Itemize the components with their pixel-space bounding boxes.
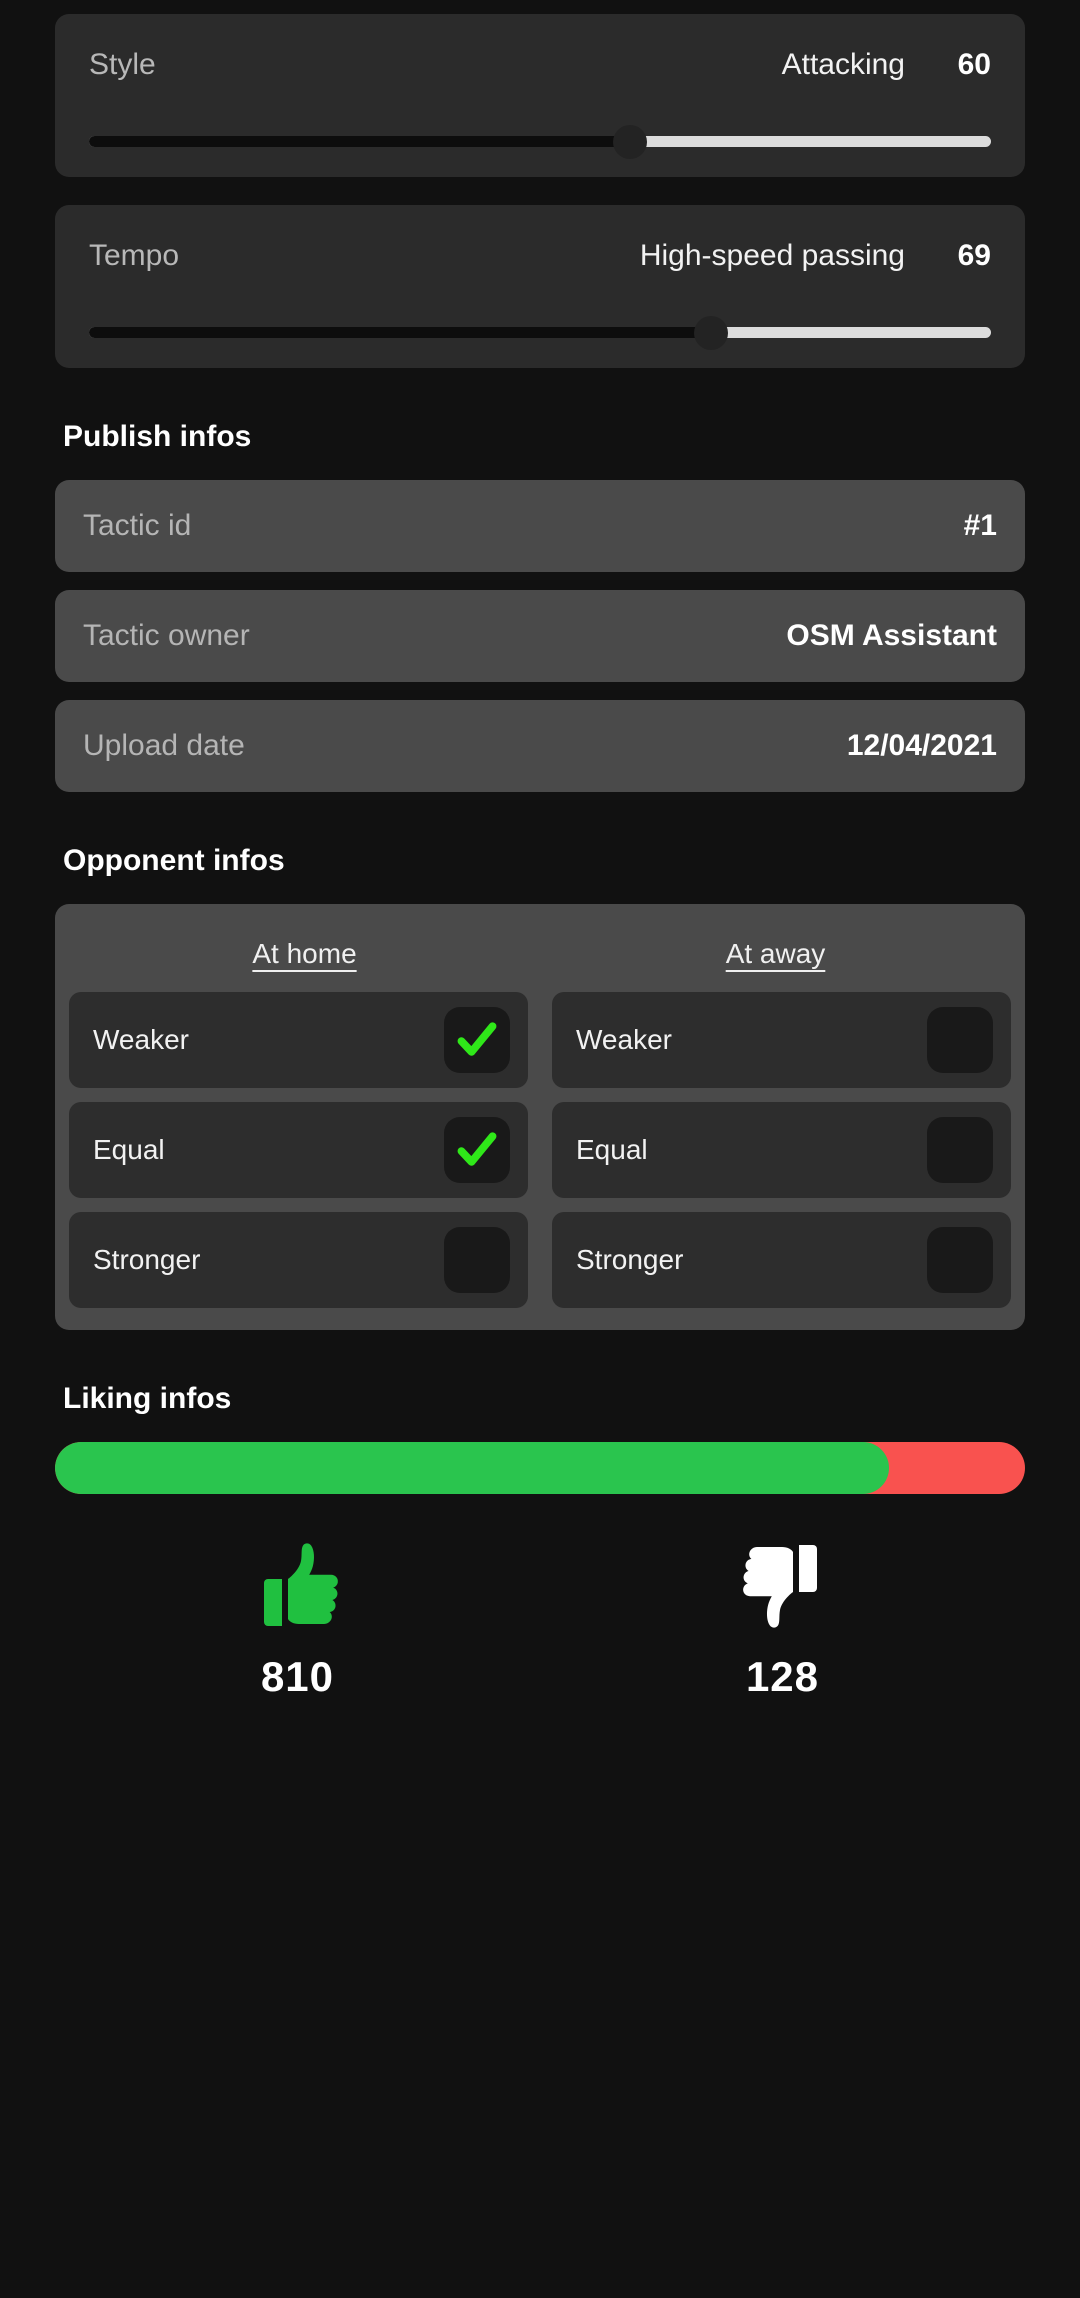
slider-value-number-style: 60 — [957, 48, 991, 81]
info-key-tactic-owner: Tactic owner — [83, 619, 250, 652]
opponent-label-home-equal: Equal — [93, 1134, 165, 1165]
thumbs-up-icon — [250, 1540, 346, 1637]
slider-track-style[interactable] — [89, 124, 991, 159]
info-row-tactic-id: Tactic id #1 — [55, 480, 1025, 572]
info-value-tactic-owner: OSM Assistant — [786, 619, 997, 652]
opponent-column-header-at-home: At home — [252, 938, 357, 969]
section-title-publish-infos: Publish infos — [63, 420, 252, 453]
opponent-cell-home-stronger[interactable]: Stronger — [69, 1212, 528, 1308]
slider-value-text-tempo: High-speed passing — [639, 239, 905, 272]
dislikes-count: 128 — [745, 1653, 820, 1700]
opponent-grid: Weaker Weaker Equal Equal Stronger Stron… — [69, 992, 1011, 1308]
slider-thumb-tempo[interactable] — [694, 315, 729, 350]
opponent-panel: At home At away Weaker Weaker Equal Equa… — [55, 904, 1025, 1330]
opponent-cell-away-stronger[interactable]: Stronger — [552, 1212, 1011, 1308]
liking-dislikes-column[interactable]: 128 — [540, 1540, 1025, 1701]
opponent-cell-home-equal[interactable]: Equal — [69, 1102, 528, 1198]
liking-likes-column[interactable]: 810 — [55, 1540, 540, 1701]
liking-counts: 810 128 — [55, 1540, 1025, 1701]
slider-fill-style — [89, 136, 631, 147]
liking-ratio-bar — [55, 1442, 1025, 1494]
info-row-tactic-owner: Tactic owner OSM Assistant — [55, 590, 1025, 682]
opponent-label-away-equal: Equal — [576, 1134, 648, 1165]
liking-ratio-bar-fill — [55, 1442, 890, 1494]
slider-value-group-tempo: High-speed passing 69 — [640, 239, 991, 273]
slider-card-tempo: Tempo High-speed passing 69 — [55, 205, 1025, 368]
slider-card-style: Style Attacking 60 — [55, 14, 1025, 177]
slider-header-tempo: Tempo High-speed passing 69 — [89, 239, 991, 273]
slider-value-number-tempo: 69 — [957, 239, 991, 272]
opponent-label-home-weaker: Weaker — [93, 1024, 189, 1055]
info-key-tactic-id: Tactic id — [83, 509, 192, 542]
info-value-tactic-id: #1 — [963, 509, 997, 542]
slider-label-tempo: Tempo — [89, 239, 180, 272]
opponent-column-header-at-away: At away — [725, 938, 826, 969]
slider-value-text-style: Attacking — [781, 48, 905, 81]
tactic-detail-screen: Style Attacking 60 Tempo High-speed pass… — [0, 0, 1080, 2298]
opponent-checkbox-home-weaker[interactable] — [444, 1007, 510, 1073]
opponent-checkbox-away-stronger[interactable] — [927, 1227, 993, 1293]
slider-track-tempo[interactable] — [89, 315, 991, 350]
opponent-label-away-weaker: Weaker — [576, 1024, 672, 1055]
opponent-column-headers: At home At away — [69, 922, 1011, 992]
opponent-cell-away-equal[interactable]: Equal — [552, 1102, 1011, 1198]
slider-fill-tempo — [89, 327, 712, 338]
info-row-upload-date: Upload date 12/04/2021 — [55, 700, 1025, 792]
opponent-checkbox-away-equal[interactable] — [927, 1117, 993, 1183]
slider-value-group-style: Attacking 60 — [782, 48, 991, 82]
section-title-opponent-infos: Opponent infos — [63, 844, 285, 877]
likes-count: 810 — [260, 1653, 335, 1700]
opponent-checkbox-home-stronger[interactable] — [444, 1227, 510, 1293]
opponent-label-away-stronger: Stronger — [576, 1244, 684, 1275]
slider-header-style: Style Attacking 60 — [89, 48, 991, 82]
slider-label-style: Style — [89, 48, 156, 81]
slider-thumb-style[interactable] — [613, 124, 648, 159]
section-title-liking-infos: Liking infos — [63, 1382, 232, 1415]
info-value-upload-date: 12/04/2021 — [846, 729, 997, 762]
opponent-label-home-stronger: Stronger — [93, 1244, 201, 1275]
info-key-upload-date: Upload date — [83, 729, 245, 762]
opponent-checkbox-home-equal[interactable] — [444, 1117, 510, 1183]
thumbs-down-icon — [735, 1540, 831, 1637]
opponent-cell-home-weaker[interactable]: Weaker — [69, 992, 528, 1088]
opponent-checkbox-away-weaker[interactable] — [927, 1007, 993, 1073]
opponent-cell-away-weaker[interactable]: Weaker — [552, 992, 1011, 1088]
